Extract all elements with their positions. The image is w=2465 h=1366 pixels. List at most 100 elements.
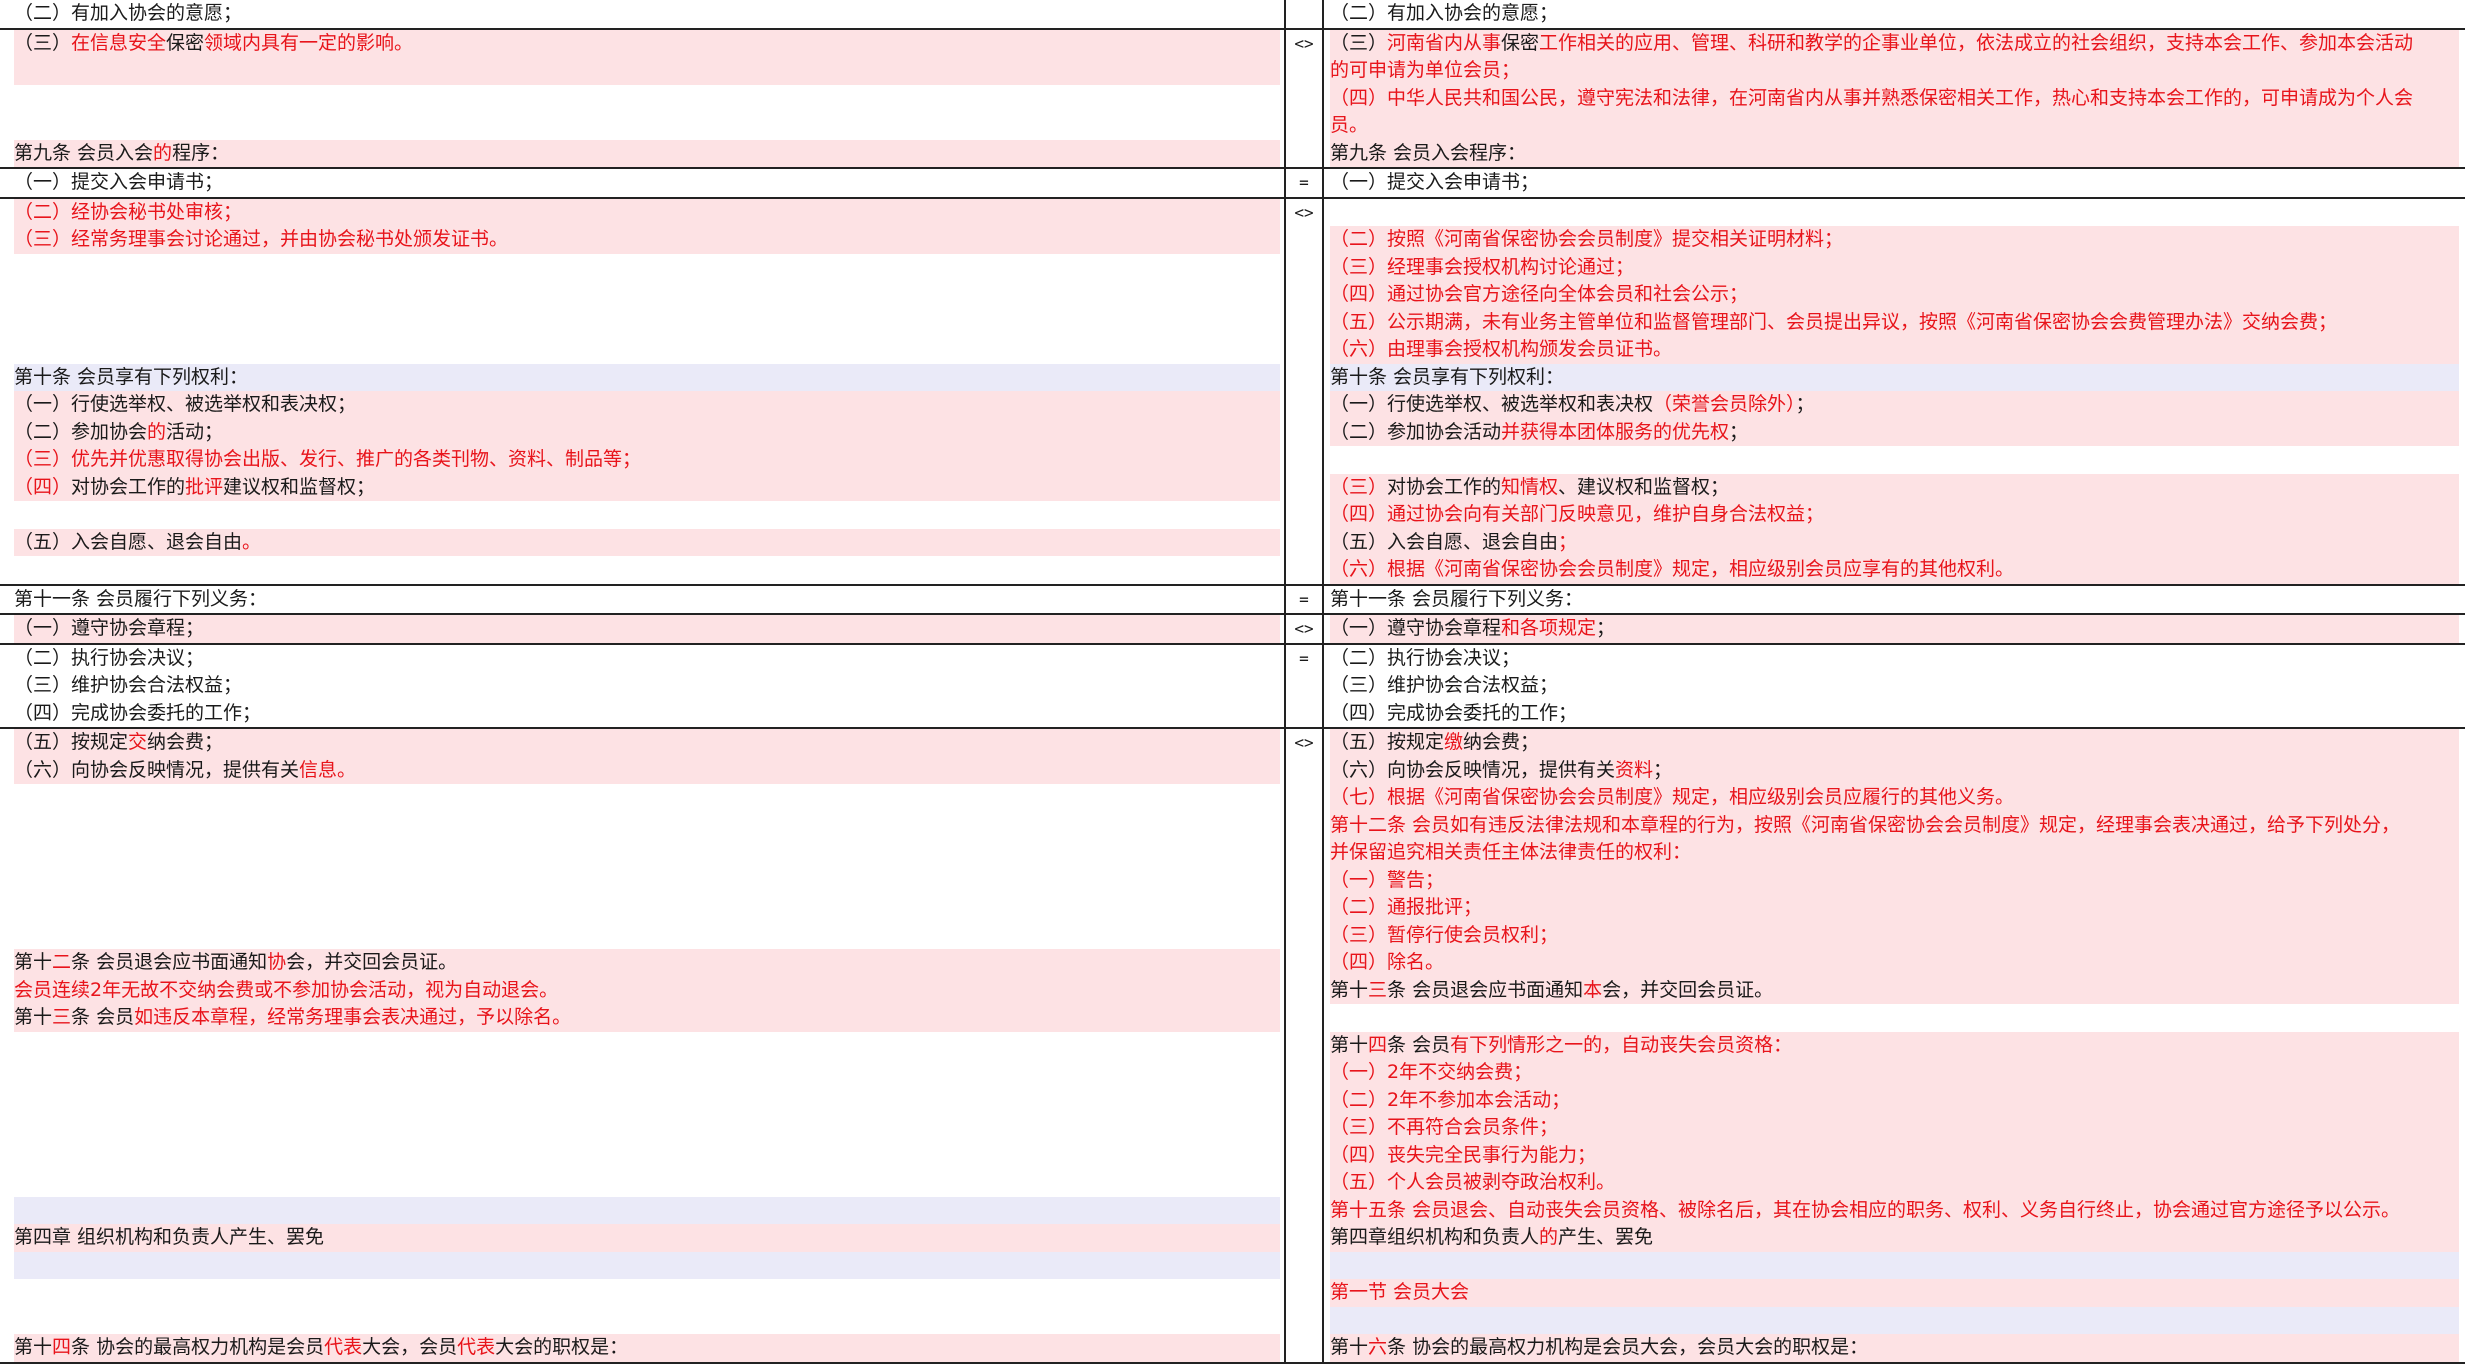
left-diff-line[interactable]: 第十一条 会员履行下列义务：	[14, 586, 1280, 614]
right-diff-line[interactable]: （五）个人会员被剥夺政治权利。	[1330, 1169, 2459, 1197]
right-diff-line[interactable]: （三）经理事会授权机构讨论通过；	[1330, 253, 2459, 281]
right-diff-line[interactable]: （四）通过协会官方途径向全体会员和社会公示；	[1330, 281, 2459, 309]
left-diff-line[interactable]: （五）入会自愿、退会自由。	[14, 528, 1280, 556]
right-diff-line[interactable]	[1330, 1306, 2459, 1334]
left-diff-line[interactable]	[14, 57, 1280, 85]
left-diff-line[interactable]	[14, 1307, 1280, 1335]
right-diff-line[interactable]: （二）2年不参加本会活动；	[1330, 1086, 2459, 1114]
left-diff-line[interactable]: （二）有加入协会的意愿；	[14, 0, 1280, 28]
left-diff-line[interactable]: 第九条 会员入会的程序：	[14, 139, 1280, 167]
left-diff-line[interactable]: 第十四条 协会的最高权力机构是会员代表大会，会员代表大会的职权是：	[14, 1334, 1280, 1362]
left-diff-line[interactable]	[14, 1279, 1280, 1307]
left-diff-line[interactable]	[14, 894, 1280, 922]
right-diff-line[interactable]: （二）有加入协会的意愿；	[1330, 0, 2459, 28]
left-diff-line[interactable]: （五）按规定交纳会费；	[14, 729, 1280, 757]
right-diff-line[interactable]: （一）提交入会申请书；	[1330, 169, 2459, 197]
right-diff-line[interactable]: 第十四条 会员有下列情形之一的，自动丧失会员资格：	[1330, 1031, 2459, 1059]
right-diff-line[interactable]: （一）警告；	[1330, 866, 2459, 894]
left-diff-line[interactable]	[14, 112, 1280, 140]
right-diff-line[interactable]: （一）遵守协会章程和各项规定；	[1330, 615, 2459, 643]
right-diff-line[interactable]: （四）完成协会委托的工作；	[1330, 700, 2459, 728]
left-diff-line[interactable]	[14, 867, 1280, 895]
right-diff-line[interactable]: （三）河南省内从事保密工作相关的应用、管理、科研和教学的企事业单位，依法成立的社…	[1330, 29, 2459, 57]
right-diff-line[interactable]: 第九条 会员入会程序：	[1330, 139, 2459, 167]
right-diff-line[interactable]: （六）根据《河南省保密协会会员制度》规定，相应级别会员应享有的其他权利。	[1330, 556, 2459, 584]
right-diff-line[interactable]: （三）不再符合会员条件；	[1330, 1114, 2459, 1142]
right-diff-line[interactable]: （四）丧失完全民事行为能力；	[1330, 1141, 2459, 1169]
left-diff-line[interactable]: 第十条 会员享有下列权利：	[14, 363, 1280, 391]
right-diff-line[interactable]	[1330, 446, 2459, 474]
left-diff-line[interactable]	[14, 1087, 1280, 1115]
left-diff-line[interactable]: （三）在信息安全保密领域内具有一定的影响。	[14, 29, 1280, 57]
left-diff-line[interactable]	[14, 1114, 1280, 1142]
left-diff-line[interactable]	[14, 309, 1280, 337]
left-diff-line[interactable]	[14, 336, 1280, 364]
right-diff-line[interactable]: 第十条 会员享有下列权利：	[1330, 363, 2459, 391]
right-diff-line[interactable]: 员。	[1330, 112, 2459, 140]
right-diff-line[interactable]: （二）按照《河南省保密协会会员制度》提交相关证明材料；	[1330, 226, 2459, 254]
left-diff-line[interactable]: 第四章 组织机构和负责人产生、罢免	[14, 1224, 1280, 1252]
left-diff-line[interactable]	[14, 839, 1280, 867]
right-diff-line[interactable]: （六）向协会反映情况，提供有关资料；	[1330, 756, 2459, 784]
left-diff-line[interactable]	[14, 922, 1280, 950]
right-diff-line[interactable]	[1330, 1004, 2459, 1032]
right-diff-line[interactable]: （四）中华人民共和国公民，遵守宪法和法律，在河南省内从事并熟悉保密相关工作，热心…	[1330, 84, 2459, 112]
left-diff-line[interactable]: （一）提交入会申请书；	[14, 169, 1280, 197]
right-diff-line[interactable]: （四）通过协会向有关部门反映意见，维护自身合法权益；	[1330, 501, 2459, 529]
left-diff-line[interactable]	[14, 1059, 1280, 1087]
right-diff-line[interactable]: （六）由理事会授权机构颁发会员证书。	[1330, 336, 2459, 364]
right-diff-line[interactable]: 的可申请为单位会员；	[1330, 57, 2459, 85]
left-diff-line[interactable]	[14, 784, 1280, 812]
left-diff-line[interactable]	[14, 85, 1280, 113]
right-diff-line[interactable]: （三）维护协会合法权益；	[1330, 672, 2459, 700]
left-diff-line[interactable]: （二）参加协会的活动；	[14, 418, 1280, 446]
right-diff-line[interactable]: （七）根据《河南省保密协会会员制度》规定，相应级别会员应履行的其他义务。	[1330, 784, 2459, 812]
left-diff-line[interactable]: （三）优先并优惠取得协会出版、发行、推广的各类刊物、资料、制品等；	[14, 446, 1280, 474]
left-diff-line[interactable]: （二）执行协会决议；	[14, 645, 1280, 673]
left-diff-line[interactable]	[14, 281, 1280, 309]
right-diff-line[interactable]: 第十六条 协会的最高权力机构是会员大会，会员大会的职权是：	[1330, 1334, 2459, 1362]
right-diff-line[interactable]: （一）2年不交纳会费；	[1330, 1059, 2459, 1087]
right-diff-line[interactable]: （二）参加协会活动并获得本团体服务的优先权；	[1330, 418, 2459, 446]
left-diff-line[interactable]	[14, 556, 1280, 584]
right-diff-line[interactable]: （二）通报批评；	[1330, 894, 2459, 922]
left-diff-line[interactable]: （二）经协会秘书处审核；	[14, 198, 1280, 226]
left-diff-line[interactable]: （四）完成协会委托的工作；	[14, 700, 1280, 728]
right-diff-line[interactable]: （三）对协会工作的知情权、建议权和监督权；	[1330, 473, 2459, 501]
left-diff-line[interactable]	[14, 501, 1280, 529]
right-diff-line[interactable]: 第十二条 会员如有违反法律法规和本章程的行为，按照《河南省保密协会会员制度》规定…	[1330, 811, 2459, 839]
left-diff-line[interactable]: 会员连续2年无故不交纳会费或不参加协会活动，视为自动退会。	[14, 976, 1280, 1004]
left-diff-line[interactable]: （一）行使选举权、被选举权和表决权；	[14, 391, 1280, 419]
changed-text: （四）通过协会向有关部门反映意见，维护自身合法权益；	[1330, 503, 1825, 525]
right-diff-line[interactable]: （三）暂停行使会员权利；	[1330, 921, 2459, 949]
left-diff-line[interactable]	[14, 1032, 1280, 1060]
left-diff-line[interactable]: 第十二条 会员退会应书面通知协会，并交回会员证。	[14, 949, 1280, 977]
right-diff-line[interactable]	[1330, 199, 2459, 227]
left-diff-line[interactable]	[14, 254, 1280, 282]
left-diff-line[interactable]: （一）遵守协会章程；	[14, 615, 1280, 643]
right-diff-line[interactable]: （二）执行协会决议；	[1330, 645, 2459, 673]
right-diff-line[interactable]: （一）行使选举权、被选举权和表决权（荣誉会员除外）；	[1330, 391, 2459, 419]
right-diff-line[interactable]: （五）入会自愿、退会自由；	[1330, 528, 2459, 556]
left-diff-line[interactable]	[14, 812, 1280, 840]
right-diff-line[interactable]: 第一节 会员大会	[1330, 1279, 2459, 1307]
left-diff-line[interactable]: （六）向协会反映情况，提供有关信息。	[14, 756, 1280, 784]
right-diff-line[interactable]: （五）公示期满，未有业务主管单位和监督管理部门、会员提出异议，按照《河南省保密协…	[1330, 308, 2459, 336]
left-diff-line[interactable]	[14, 1251, 1280, 1279]
right-diff-line[interactable]: 第十三条 会员退会应书面通知本会，并交回会员证。	[1330, 976, 2459, 1004]
text: 条 会员退会应书面通知	[71, 951, 268, 973]
left-diff-line[interactable]: （三）经常务理事会讨论通过，并由协会秘书处颁发证书。	[14, 226, 1280, 254]
right-diff-line[interactable]: 第十五条 会员退会、自动丧失会员资格、被除名后，其在协会相应的职务、权利、义务自…	[1330, 1196, 2459, 1224]
right-diff-line[interactable]: 第十一条 会员履行下列义务：	[1330, 586, 2459, 614]
right-diff-line[interactable]	[1330, 1251, 2459, 1279]
left-diff-line[interactable]: （三）维护协会合法权益；	[14, 672, 1280, 700]
right-diff-line[interactable]: 第四章组织机构和负责人的产生、罢免	[1330, 1224, 2459, 1252]
left-diff-line[interactable]	[14, 1196, 1280, 1224]
right-diff-line[interactable]: （四）除名。	[1330, 949, 2459, 977]
left-diff-line[interactable]: 第十三条 会员如违反本章程，经常务理事会表决通过，予以除名。	[14, 1004, 1280, 1032]
right-diff-line[interactable]: （五）按规定缴纳会费；	[1330, 729, 2459, 757]
left-diff-line[interactable]	[14, 1169, 1280, 1197]
left-diff-line[interactable]	[14, 1142, 1280, 1170]
right-diff-line[interactable]: 并保留追究相关责任主体法律责任的权利：	[1330, 839, 2459, 867]
left-diff-line[interactable]: （四）对协会工作的批评建议权和监督权；	[14, 473, 1280, 501]
